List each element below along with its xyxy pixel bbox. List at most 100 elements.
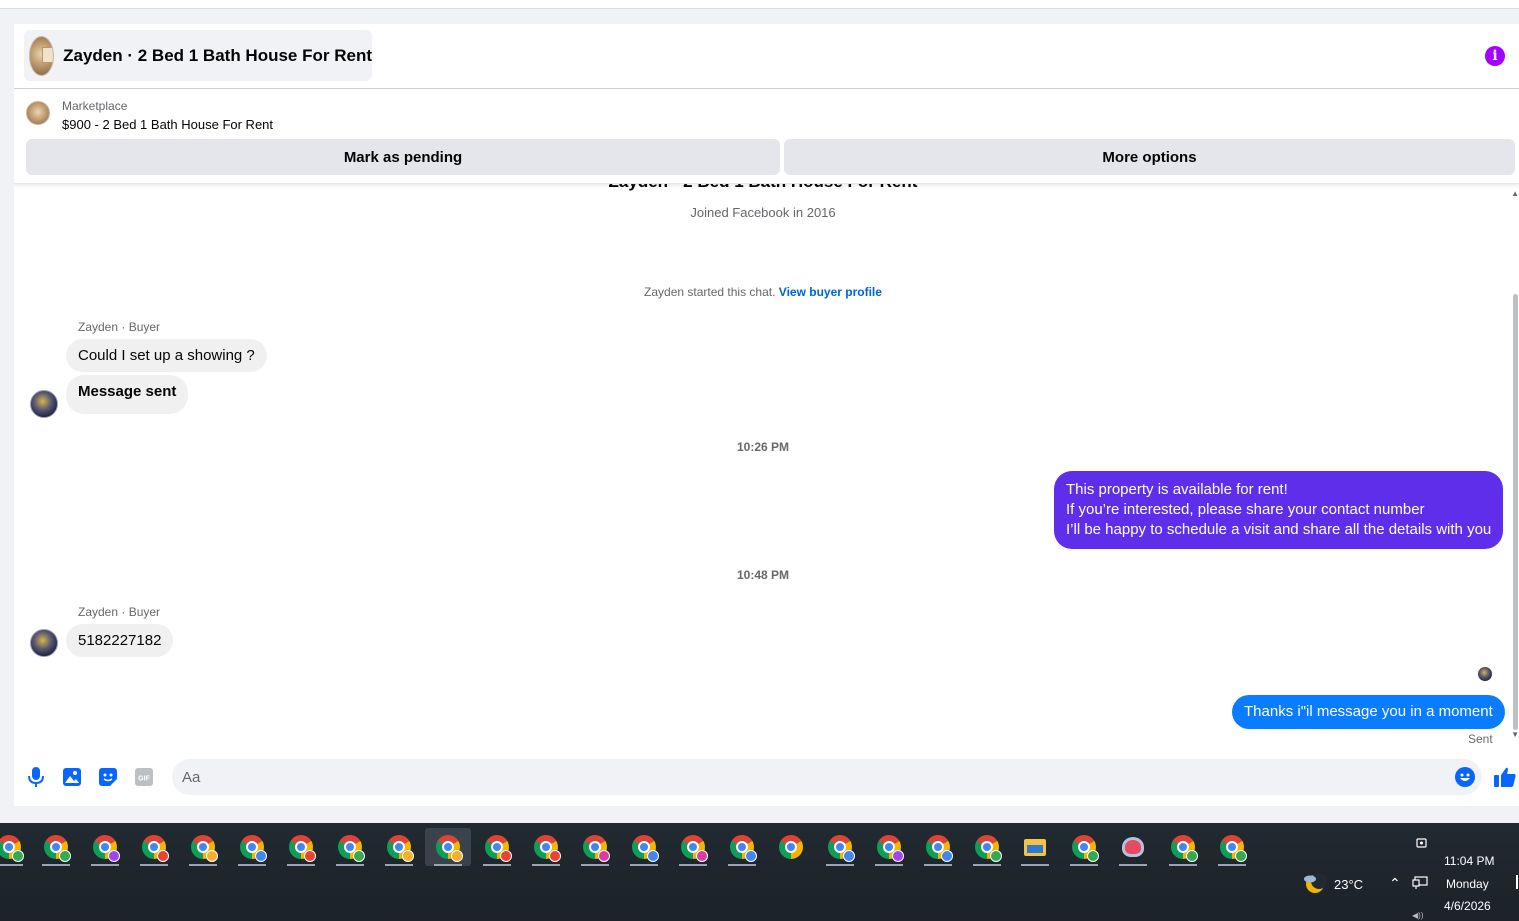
running-indicator [336, 864, 364, 866]
taskbar-chrome-window[interactable] [768, 828, 814, 866]
taskbar-chrome-window[interactable] [964, 828, 1010, 866]
taskbar-chrome-window[interactable] [180, 828, 226, 866]
chrome-icon [1171, 835, 1198, 862]
taskbar-chrome-window[interactable] [621, 828, 667, 866]
chevron-up-icon[interactable]: ⌃ [1389, 875, 1401, 892]
chrome-icon [926, 835, 953, 862]
profile-badge-icon [500, 850, 512, 862]
running-indicator [581, 864, 609, 866]
scroll-down-arrow[interactable]: ▼ [1511, 730, 1519, 739]
messenger-panel: Zayden · 2 Bed 1 Bath House For Rent i M… [14, 24, 1519, 806]
weather-temperature[interactable]: 23°C [1334, 877, 1363, 892]
running-indicator [532, 864, 560, 866]
scrollbar-thumb[interactable] [1513, 294, 1518, 730]
message-line: This property is available for rent! [1066, 481, 1288, 498]
taskbar-chrome-window[interactable] [278, 828, 324, 866]
meet-now-icon[interactable] [1415, 836, 1429, 855]
clock-day[interactable]: Monday [1446, 877, 1489, 891]
scroll-up-arrow[interactable]: ▲ [1511, 189, 1519, 198]
taskbar-chrome-window[interactable] [572, 828, 618, 866]
running-indicator [140, 864, 168, 866]
taskbar-chrome-window[interactable] [82, 828, 128, 866]
chrome-icon [779, 835, 803, 859]
taskbar-chrome-window[interactable] [866, 828, 912, 866]
microphone-icon[interactable] [26, 767, 46, 787]
show-desktop-button[interactable] [1516, 875, 1518, 889]
chrome-icon [338, 835, 365, 862]
sticker-icon[interactable] [98, 767, 118, 787]
taskbar-chrome-window[interactable] [915, 828, 961, 866]
seen-indicator-avatar [1478, 667, 1492, 681]
windows-taskbar: 23°C ⌃ ◀)) 11:04 PM Monday 4/6/2026 [0, 823, 1519, 921]
incoming-message[interactable]: Message sent [66, 375, 189, 414]
chrome-icon [289, 835, 316, 862]
outgoing-message[interactable]: This property is available for rent! If … [1054, 471, 1504, 549]
running-indicator [973, 864, 1001, 866]
taskbar-chrome-window[interactable] [1209, 828, 1255, 866]
taskbar-chrome-window[interactable] [229, 828, 275, 866]
profile-badge-icon [745, 850, 757, 862]
taskbar-chrome-window[interactable] [719, 828, 765, 866]
taskbar-chrome-window[interactable] [33, 828, 79, 866]
profile-badge-icon [255, 850, 267, 862]
chrome-icon [93, 835, 120, 862]
gif-icon[interactable]: GIF [134, 767, 154, 787]
message-composer: GIF [14, 747, 1519, 806]
taskbar-chrome-window[interactable] [0, 828, 32, 866]
running-indicator [826, 864, 854, 866]
profile-badge-icon [843, 850, 855, 862]
profile-badge-icon [549, 850, 561, 862]
weather-icon[interactable] [1302, 872, 1327, 899]
running-indicator [434, 864, 462, 866]
outgoing-message[interactable]: Thanks i"il message you in a moment [1232, 695, 1505, 729]
taskbar-chrome-window[interactable] [376, 828, 422, 866]
chrome-icon [240, 835, 267, 862]
taskbar-chrome-window[interactable] [523, 828, 569, 866]
message-input[interactable] [172, 759, 1482, 795]
emoji-icon[interactable] [1455, 767, 1475, 787]
taskbar-chrome-window[interactable] [327, 828, 373, 866]
chrome-icon [436, 835, 463, 862]
taskbar-chrome-window[interactable] [1061, 828, 1107, 866]
taskbar-snipping-tool[interactable] [1110, 828, 1156, 866]
profile-badge-icon [206, 850, 218, 862]
listing-thumbnail[interactable] [26, 101, 50, 125]
taskbar-chrome-window[interactable] [670, 828, 716, 866]
listing-title[interactable]: $900 - 2 Bed 1 Bath House For Rent [62, 117, 273, 132]
chrome-icon [485, 835, 512, 862]
photo-icon[interactable] [62, 767, 82, 787]
profile-badge-icon [157, 850, 169, 862]
buyer-avatar[interactable] [30, 629, 58, 657]
running-indicator [42, 864, 70, 866]
profile-badge-icon [353, 850, 365, 862]
scrollbar[interactable]: ▲ ▼ [1511, 184, 1519, 747]
view-buyer-profile-link[interactable]: View buyer profile [779, 285, 882, 299]
chrome-icon [1072, 835, 1099, 862]
clock-time[interactable]: 11:04 PM [1444, 854, 1494, 868]
chrome-icon [681, 835, 708, 862]
incoming-message[interactable]: Could I set up a showing ? [66, 339, 267, 372]
more-options-button[interactable]: More options [784, 139, 1515, 175]
joined-info: Joined Facebook in 2016 [690, 205, 836, 220]
info-icon[interactable]: i [1485, 46, 1505, 66]
taskbar-chrome-window[interactable] [1160, 828, 1206, 866]
chrome-icon [44, 835, 71, 862]
mark-as-pending-button[interactable]: Mark as pending [26, 139, 780, 175]
network-icon[interactable] [1412, 876, 1428, 895]
incoming-message[interactable]: 5182227182 [66, 624, 174, 657]
taskbar-file-explorer[interactable] [1012, 828, 1058, 866]
buyer-avatar[interactable] [30, 390, 58, 418]
thumbs-up-icon[interactable] [1494, 767, 1516, 787]
taskbar-chrome-window[interactable] [131, 828, 177, 866]
profile-badge-icon [108, 850, 120, 862]
message-thread[interactable]: Zayden · 2 Bed 1 Bath House For Rent Joi… [14, 184, 1519, 747]
running-indicator [91, 864, 119, 866]
chrome-icon [387, 835, 414, 862]
taskbar-chrome-window[interactable] [474, 828, 520, 866]
conversation-title-pill[interactable]: Zayden · 2 Bed 1 Bath House For Rent [24, 30, 372, 81]
taskbar-chrome-window[interactable] [425, 828, 471, 866]
volume-icon[interactable]: ◀)) [1412, 911, 1423, 920]
message-sender: Zayden · Buyer [78, 320, 161, 334]
clock-date[interactable]: 4/6/2026 [1444, 899, 1491, 913]
taskbar-chrome-window[interactable] [817, 828, 863, 866]
